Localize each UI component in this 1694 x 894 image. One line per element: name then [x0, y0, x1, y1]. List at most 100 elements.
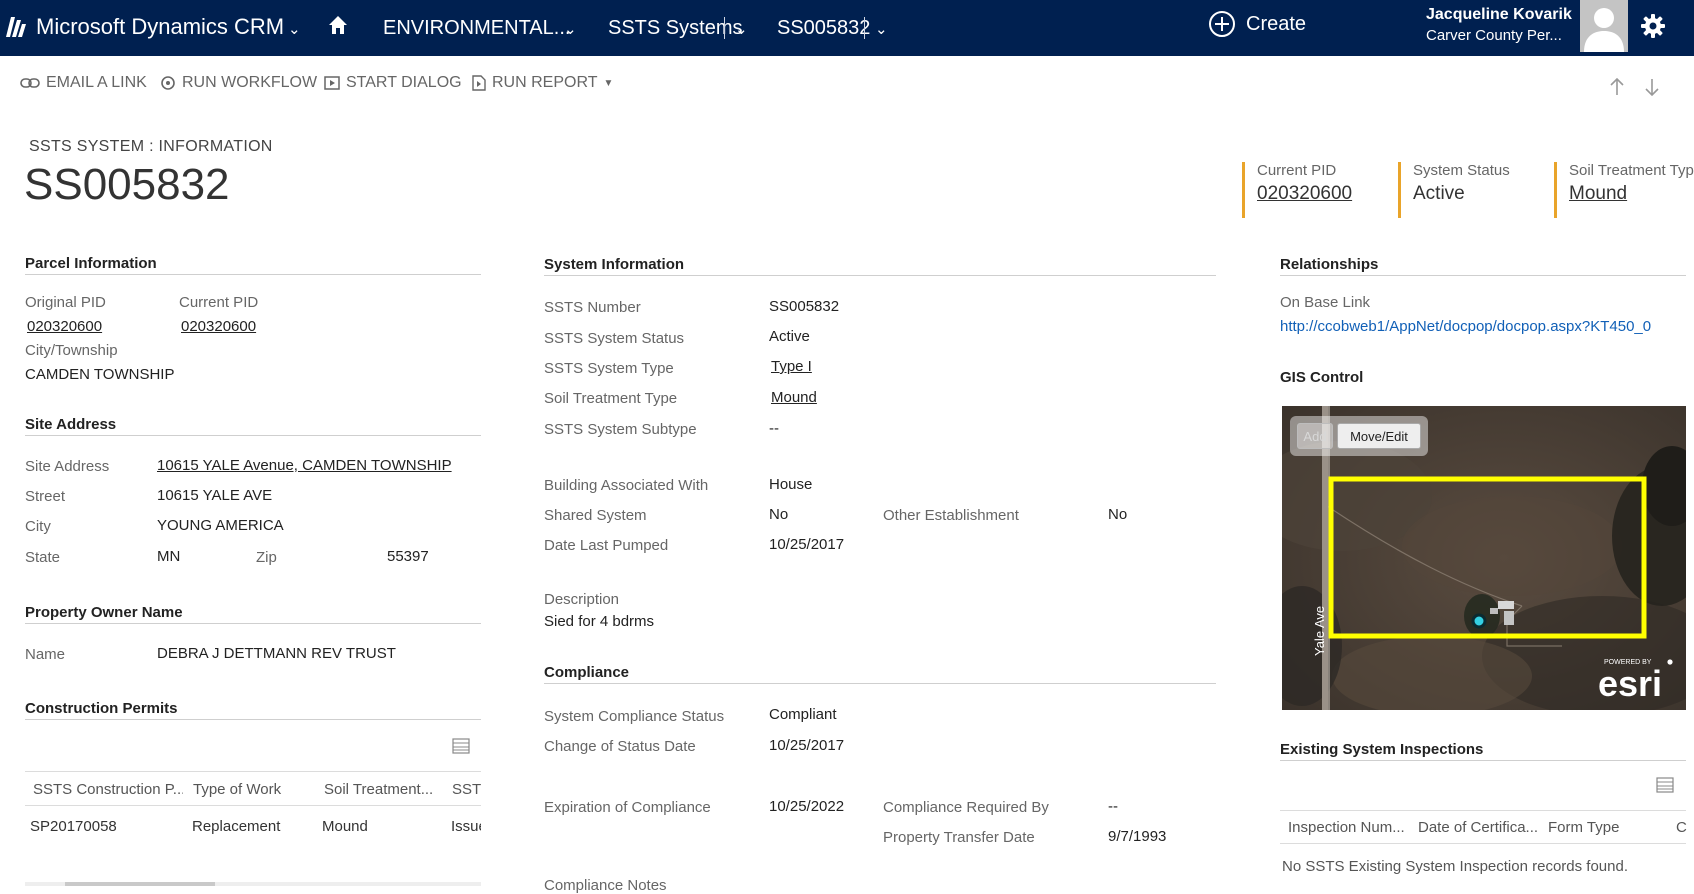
state-label: State: [25, 549, 61, 566]
arrow-up-icon[interactable]: [1610, 78, 1624, 96]
permits-column-header[interactable]: Soil Treatment...: [324, 781, 442, 798]
header-field-label: Current PID: [1257, 162, 1337, 179]
street-value[interactable]: 10615 YALE AVE: [157, 487, 272, 504]
header-current-pid-link[interactable]: 020320600: [1257, 183, 1382, 205]
header-field-label: System Status: [1413, 162, 1510, 179]
header-soil-treatment-link[interactable]: Mound: [1569, 183, 1694, 205]
ssts-number-label: SSTS Number: [544, 299, 641, 316]
header-field-label: Soil Treatment Typ: [1569, 162, 1694, 179]
parcel-section-title: Parcel Information: [25, 255, 157, 272]
nav-entity[interactable]: SSTS Systems: [608, 17, 742, 40]
chevron-down-icon[interactable]: ⌄: [288, 20, 301, 38]
permits-section-title: Construction Permits: [25, 700, 178, 717]
site-address-link[interactable]: 10615 YALE Avenue, CAMDEN TOWNSHIP: [157, 457, 452, 474]
original-pid-label: Original PID: [25, 294, 106, 311]
date-pumped-value[interactable]: 10/25/2017: [769, 536, 844, 553]
site-address-section-title: Site Address: [25, 416, 117, 433]
zip-value[interactable]: 55397: [387, 548, 429, 565]
run-workflow-button[interactable]: RUN WORKFLOW: [160, 74, 317, 92]
entity-form-label: SSTS SYSTEM : INFORMATION: [29, 138, 273, 155]
chevron-down-icon[interactable]: ⌄: [875, 20, 888, 38]
onbase-link-label: On Base Link: [1280, 294, 1371, 311]
app-title[interactable]: Microsoft Dynamics CRM: [36, 14, 284, 40]
compliance-required-value[interactable]: --: [1108, 798, 1118, 815]
site-address-label: Site Address: [25, 458, 110, 475]
soil-treatment-label: Soil Treatment Type: [544, 390, 678, 407]
ssts-number-value[interactable]: SS005832: [769, 298, 839, 315]
gear-icon[interactable]: [1641, 14, 1665, 38]
ssts-type-link[interactable]: Type I: [771, 358, 812, 375]
description-label: Description: [544, 591, 620, 608]
city-value[interactable]: YOUNG AMERICA: [157, 517, 284, 534]
grid-header-top-rule: [25, 771, 481, 772]
date-pumped-label: Date Last Pumped: [544, 537, 669, 554]
section-divider: [25, 435, 481, 436]
ssts-status-value[interactable]: Active: [769, 328, 810, 345]
map-add-button[interactable]: Add: [1297, 423, 1333, 449]
owner-name-label: Name: [25, 646, 66, 663]
expiration-value[interactable]: 10/25/2022: [769, 798, 844, 815]
grid-header-bottom-rule: [25, 805, 481, 806]
permits-column-header[interactable]: SSTS Construction P...: [33, 781, 183, 798]
permit-type-cell: Replacement: [192, 818, 281, 835]
status-change-date-value[interactable]: 10/25/2017: [769, 737, 844, 754]
map-move-edit-button[interactable]: Move/Edit: [1337, 423, 1421, 449]
permits-column-header[interactable]: Type of Work: [193, 781, 308, 798]
inspections-column-header[interactable]: Form Type: [1548, 819, 1658, 836]
description-value[interactable]: Sied for 4 bdrms: [544, 613, 654, 630]
ssts-subtype-value[interactable]: --: [769, 420, 779, 437]
compliance-required-label: Compliance Required By: [883, 799, 1049, 816]
current-pid-label: Current PID: [179, 294, 259, 311]
inspections-column-header[interactable]: Inspection Num...: [1288, 819, 1410, 836]
record-title: SS005832: [24, 160, 230, 209]
gis-map[interactable]: Yale Ave POWERED BY esri Add Move/Edit: [1282, 406, 1686, 710]
section-divider: [1280, 275, 1686, 276]
create-button[interactable]: Create: [1208, 10, 1306, 38]
inspections-column-header[interactable]: Date of Certifica...: [1418, 819, 1540, 836]
home-icon[interactable]: [328, 15, 348, 35]
building-value[interactable]: House: [769, 476, 812, 493]
permit-number-cell[interactable]: SP20170058: [30, 818, 180, 835]
nav-separator: [724, 17, 725, 39]
arrow-down-icon[interactable]: [1645, 78, 1659, 96]
onbase-link[interactable]: http://ccobweb1/AppNet/docpop/docpop.asp…: [1280, 318, 1686, 335]
dialog-icon: [324, 76, 340, 90]
email-link-button[interactable]: EMAIL A LINK: [20, 74, 147, 92]
compliance-status-value[interactable]: Compliant: [769, 706, 837, 723]
city-township-value[interactable]: CAMDEN TOWNSHIP: [25, 366, 174, 383]
owner-section-title: Property Owner Name: [25, 604, 183, 621]
inspections-column-header[interactable]: C: [1676, 819, 1688, 836]
grid-view-icon[interactable]: [452, 738, 470, 754]
original-pid-link[interactable]: 020320600: [27, 318, 102, 335]
nav-record[interactable]: SS005832: [777, 17, 870, 40]
city-township-label: City/Township: [25, 342, 118, 359]
owner-name-value[interactable]: DEBRA J DETTMANN REV TRUST: [157, 645, 396, 662]
transfer-date-value[interactable]: 9/7/1993: [1108, 828, 1166, 845]
grid-view-icon[interactable]: [1656, 777, 1674, 793]
chevron-down-icon[interactable]: ⌄: [564, 20, 577, 38]
grid-scrollbar-track[interactable]: [25, 882, 481, 886]
current-pid-link[interactable]: 020320600: [181, 318, 256, 335]
expiration-label: Expiration of Compliance: [544, 799, 711, 816]
permits-column-header[interactable]: SST!: [452, 781, 481, 798]
section-divider: [25, 719, 481, 720]
header-system-status-value: Active: [1413, 183, 1465, 204]
shared-system-value[interactable]: No: [769, 506, 788, 523]
user-name[interactable]: Jacqueline Kovarik: [1426, 6, 1572, 24]
soil-treatment-link[interactable]: Mound: [771, 389, 817, 406]
avatar[interactable]: [1580, 0, 1628, 52]
start-dialog-button[interactable]: START DIALOG: [324, 74, 462, 92]
inspections-empty-message: No SSTS Existing System Inspection recor…: [1282, 858, 1628, 875]
run-workflow-label: RUN WORKFLOW: [182, 74, 318, 91]
header-current-pid: Current PID 020320600: [1242, 162, 1382, 218]
run-report-button[interactable]: RUN REPORT ▼: [472, 74, 613, 92]
header-system-status: System Status Active: [1398, 162, 1538, 218]
grid-header-top-rule: [1280, 810, 1686, 811]
other-establishment-value[interactable]: No: [1108, 506, 1127, 523]
state-value[interactable]: MN: [157, 548, 180, 565]
header-soil-treatment: Soil Treatment Typ Mound: [1554, 162, 1694, 218]
nav-area[interactable]: ENVIRONMENTAL...: [383, 17, 570, 40]
grid-scrollbar-thumb[interactable]: [65, 882, 215, 886]
user-organization[interactable]: Carver County Per...: [1426, 27, 1562, 44]
chevron-down-icon[interactable]: ⌄: [735, 20, 748, 38]
